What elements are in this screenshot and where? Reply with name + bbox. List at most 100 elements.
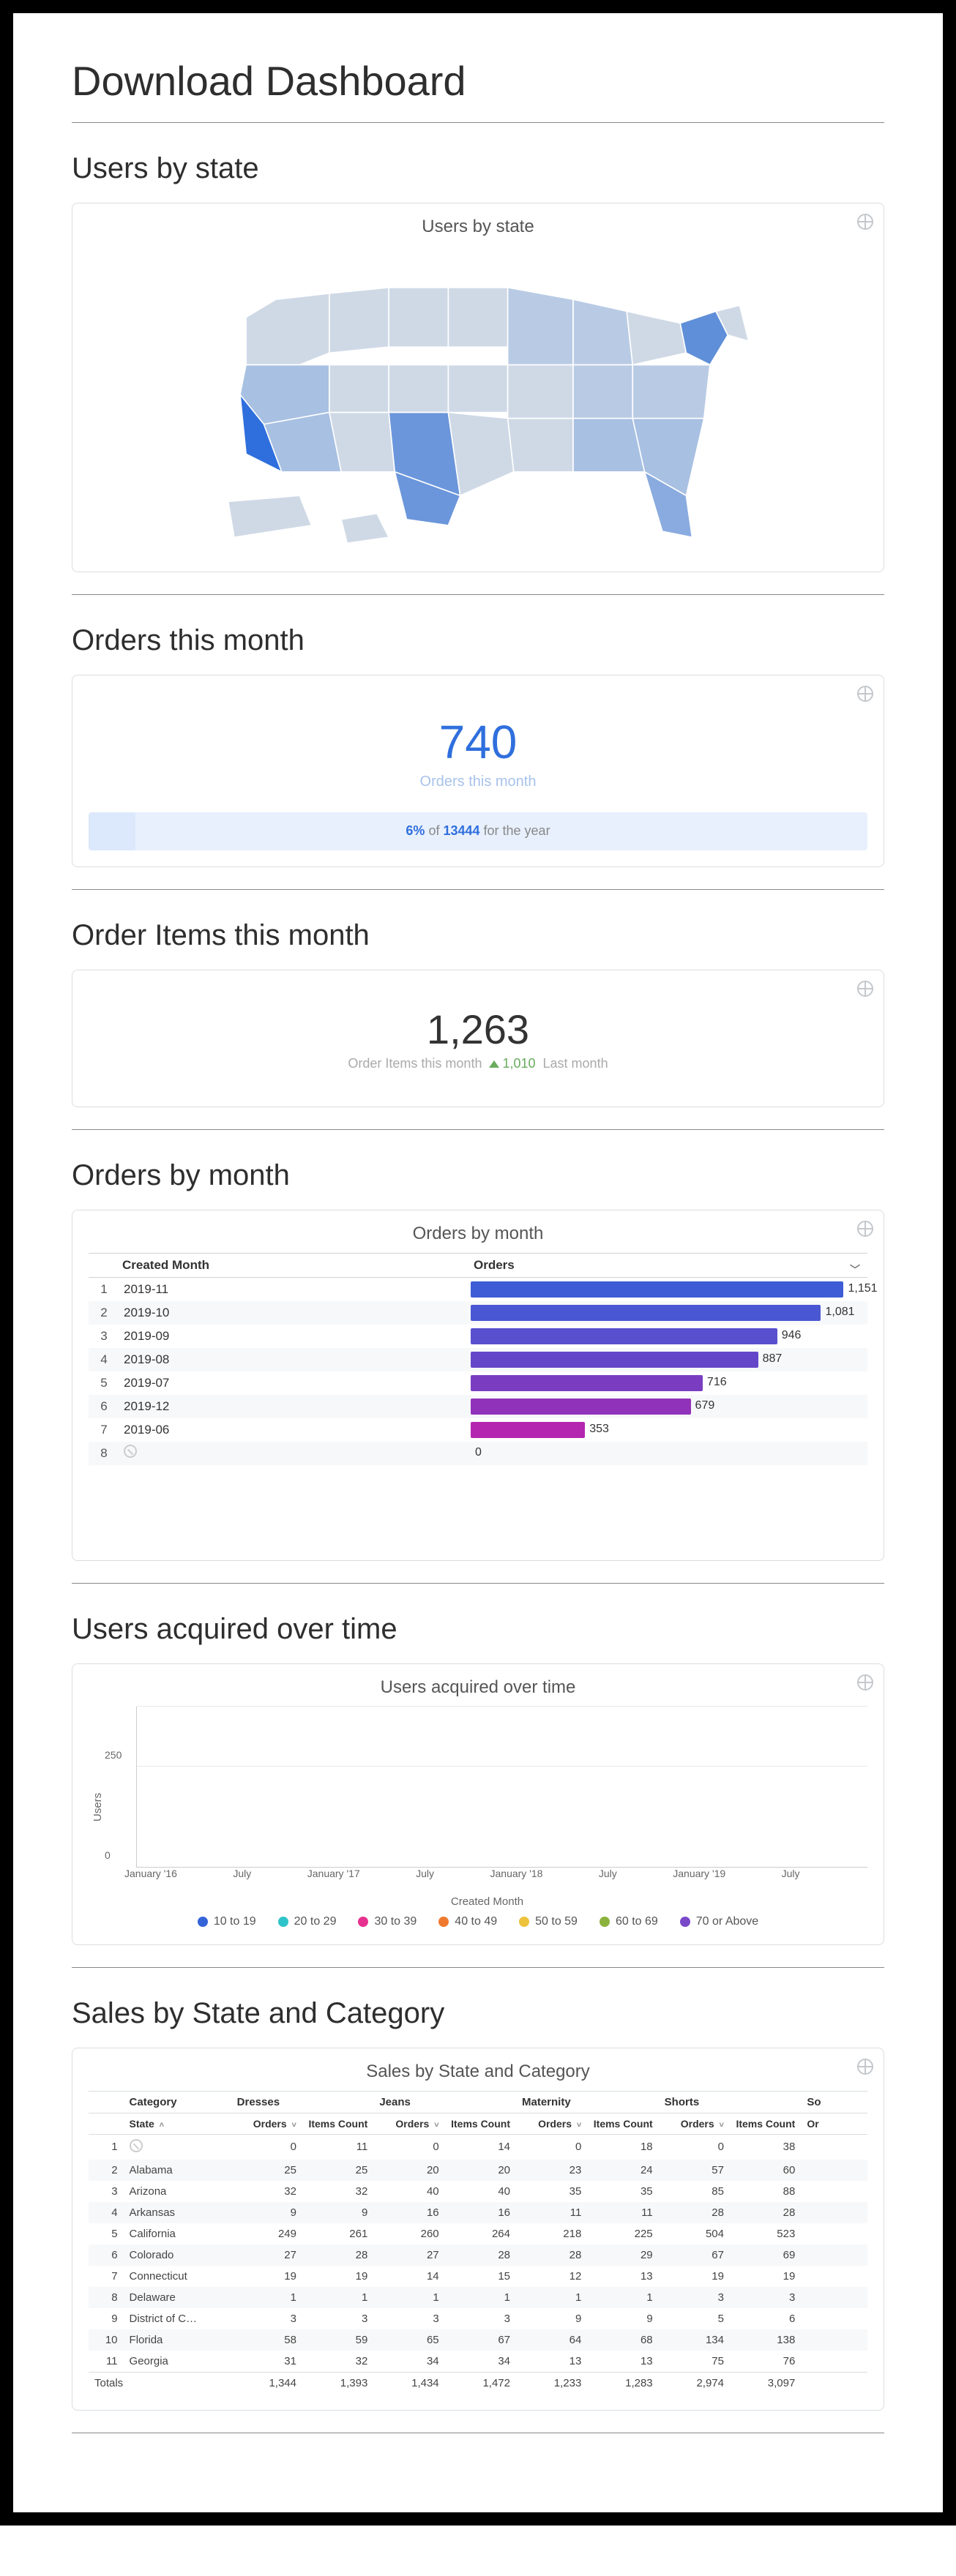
legend-dot-icon xyxy=(438,1917,449,1927)
col-items-count[interactable]: Items Count xyxy=(587,2113,658,2134)
globe-icon[interactable] xyxy=(857,981,873,997)
sort-desc-icon: ˅ xyxy=(292,2121,296,2130)
col-category-jeans[interactable]: Jeans xyxy=(373,2091,516,2113)
orders-progress-bar: 6% of 13444 for the year xyxy=(89,812,867,850)
panel-users-acquired: Users acquired over time Users 250 0 Jan… xyxy=(72,1663,884,1945)
col-orders-partial[interactable]: Or xyxy=(801,2113,867,2134)
section-heading-orders-this-month: Orders this month xyxy=(72,624,884,657)
panel-order-items: 1,263 Order Items this month 1,010 Last … xyxy=(72,970,884,1107)
sort-desc-icon: ˅ xyxy=(577,2121,581,2130)
table-row[interactable]: 12019-111,151 xyxy=(89,1278,867,1301)
chart-legend: 10 to 19 20 to 29 30 to 39 40 to 49 50 to 59… xyxy=(89,1908,867,1928)
panel-sales-table: Sales by State and Category CategoryDres… xyxy=(72,2048,884,2411)
col-items-count[interactable]: Items Count xyxy=(302,2113,373,2134)
col-orders[interactable]: Orders ˅ xyxy=(231,2113,302,2134)
table-row[interactable]: 9District of C…33339956 xyxy=(89,2308,867,2329)
legend-item[interactable]: 10 to 19 xyxy=(198,1915,256,1928)
page-title: Download Dashboard xyxy=(72,57,884,123)
col-items-count[interactable]: Items Count xyxy=(445,2113,516,2134)
legend-dot-icon xyxy=(519,1917,529,1927)
table-row[interactable]: 22019-101,081 xyxy=(89,1301,867,1325)
panel-title-users-acquired: Users acquired over time xyxy=(89,1677,867,1698)
table-row[interactable]: 4Arkansas99161611112828 xyxy=(89,2202,867,2223)
table-row[interactable]: 10Florida585965676468134138 xyxy=(89,2329,867,2351)
table-row[interactable]: 2Alabama2525202023245760 xyxy=(89,2160,867,2181)
table-row[interactable]: 6Colorado2728272828296769 xyxy=(89,2244,867,2266)
col-created-month[interactable]: Created Month xyxy=(122,1258,474,1273)
x-axis-label: Created Month xyxy=(107,1895,867,1908)
table-row[interactable]: 80 xyxy=(89,1442,867,1465)
section-heading-order-items: Order Items this month xyxy=(72,919,884,952)
null-icon xyxy=(130,2139,143,2152)
stacked-bar-chart[interactable]: 250 0 xyxy=(136,1707,867,1868)
orders-this-month-value: 740 xyxy=(89,715,867,769)
section-heading-users-by-state: Users by state xyxy=(72,152,884,185)
table-row[interactable]: 52019-07716 xyxy=(89,1371,867,1395)
legend-item[interactable]: 20 to 29 xyxy=(278,1915,337,1928)
table-row[interactable]: 8Delaware11111133 xyxy=(89,2287,867,2308)
order-items-value: 1,263 xyxy=(89,1006,867,1053)
y-axis-label: Users xyxy=(89,1707,107,1908)
col-orders[interactable]: Orders ﹀ xyxy=(474,1258,864,1273)
table-row[interactable]: 62019-12679 xyxy=(89,1395,867,1418)
col-orders[interactable]: Orders ˅ xyxy=(516,2113,587,2134)
orders-progress-fill xyxy=(89,812,135,850)
orders-by-month-rows: 12019-111,15122019-101,08132019-09946420… xyxy=(89,1278,867,1465)
col-category-dresses[interactable]: Dresses xyxy=(231,2091,374,2113)
legend-dot-icon xyxy=(278,1917,288,1927)
table-row[interactable]: 72019-06353 xyxy=(89,1418,867,1442)
table-row[interactable]: 5California249261260264218225504523 xyxy=(89,2223,867,2244)
panel-title-sales-table: Sales by State and Category xyxy=(89,2062,867,2082)
table-row[interactable]: 3Arizona3232404035358588 xyxy=(89,2181,867,2202)
section-heading-users-acquired: Users acquired over time xyxy=(72,1613,884,1646)
table-row[interactable]: 32019-09946 xyxy=(89,1325,867,1348)
section-heading-orders-by-month: Orders by month xyxy=(72,1159,884,1192)
legend-item[interactable]: 50 to 59 xyxy=(519,1915,578,1928)
orders-progress-total: 13444 xyxy=(443,823,479,838)
table-row[interactable]: 42019-08887 xyxy=(89,1348,867,1371)
legend-dot-icon xyxy=(600,1917,610,1927)
panel-orders-by-month: Orders by month Created Month Orders ﹀ 1… xyxy=(72,1210,884,1561)
globe-icon[interactable] xyxy=(857,1221,873,1237)
col-items-count[interactable]: Items Count xyxy=(730,2113,801,2134)
col-orders[interactable]: Orders ˅ xyxy=(659,2113,730,2134)
col-category[interactable]: Category xyxy=(124,2091,231,2113)
globe-icon[interactable] xyxy=(857,1674,873,1690)
table-row[interactable]: 7Connecticut1919141512131919 xyxy=(89,2266,867,2287)
globe-icon[interactable] xyxy=(857,214,873,230)
us-map-svg xyxy=(193,246,763,555)
legend-item[interactable]: 30 to 39 xyxy=(358,1915,417,1928)
sales-table: CategoryDressesJeansMaternityShortsSo St… xyxy=(89,2091,867,2394)
orders-this-month-label: Orders this month xyxy=(89,774,867,790)
x-axis-ticks: January '16JulyJanuary '17JulyJanuary '1… xyxy=(136,1868,867,1882)
panel-users-by-state: Users by state xyxy=(72,203,884,572)
section-heading-sales-table: Sales by State and Category xyxy=(72,1997,884,2030)
users-by-state-map[interactable] xyxy=(89,246,867,555)
null-icon xyxy=(124,1445,137,1458)
sort-asc-icon: ˄ xyxy=(160,2121,164,2130)
col-category-partial[interactable]: So xyxy=(801,2091,867,2113)
legend-dot-icon xyxy=(680,1917,690,1927)
col-category-shorts[interactable]: Shorts xyxy=(659,2091,802,2113)
order-items-sublabel: Order Items this month 1,010 Last month xyxy=(89,1056,867,1071)
orders-progress-pct: 6% xyxy=(406,823,425,838)
col-category-maternity[interactable]: Maternity xyxy=(516,2091,659,2113)
legend-dot-icon xyxy=(198,1917,208,1927)
panel-title-users-by-state: Users by state xyxy=(89,217,867,237)
globe-icon[interactable] xyxy=(857,686,873,702)
trend-up-icon xyxy=(489,1060,499,1068)
chevron-down-icon: ﹀ xyxy=(850,1262,860,1277)
totals-label: Totals xyxy=(89,2372,231,2394)
table-row[interactable]: 11Georgia3132343413137576 xyxy=(89,2351,867,2373)
legend-item[interactable]: 70 or Above xyxy=(680,1915,758,1928)
table-row[interactable]: 1011014018038 xyxy=(89,2134,867,2160)
col-state[interactable]: State ˄ xyxy=(124,2113,231,2134)
col-orders[interactable]: Orders ˅ xyxy=(373,2113,444,2134)
globe-icon[interactable] xyxy=(857,2059,873,2075)
legend-item[interactable]: 40 to 49 xyxy=(438,1915,497,1928)
panel-orders-this-month: 740 Orders this month 6% of 13444 for th… xyxy=(72,675,884,867)
orders-by-month-header: Created Month Orders ﹀ xyxy=(89,1253,867,1278)
legend-item[interactable]: 60 to 69 xyxy=(600,1915,658,1928)
panel-title-orders-by-month: Orders by month xyxy=(89,1224,867,1244)
sort-desc-icon: ˅ xyxy=(434,2121,438,2130)
